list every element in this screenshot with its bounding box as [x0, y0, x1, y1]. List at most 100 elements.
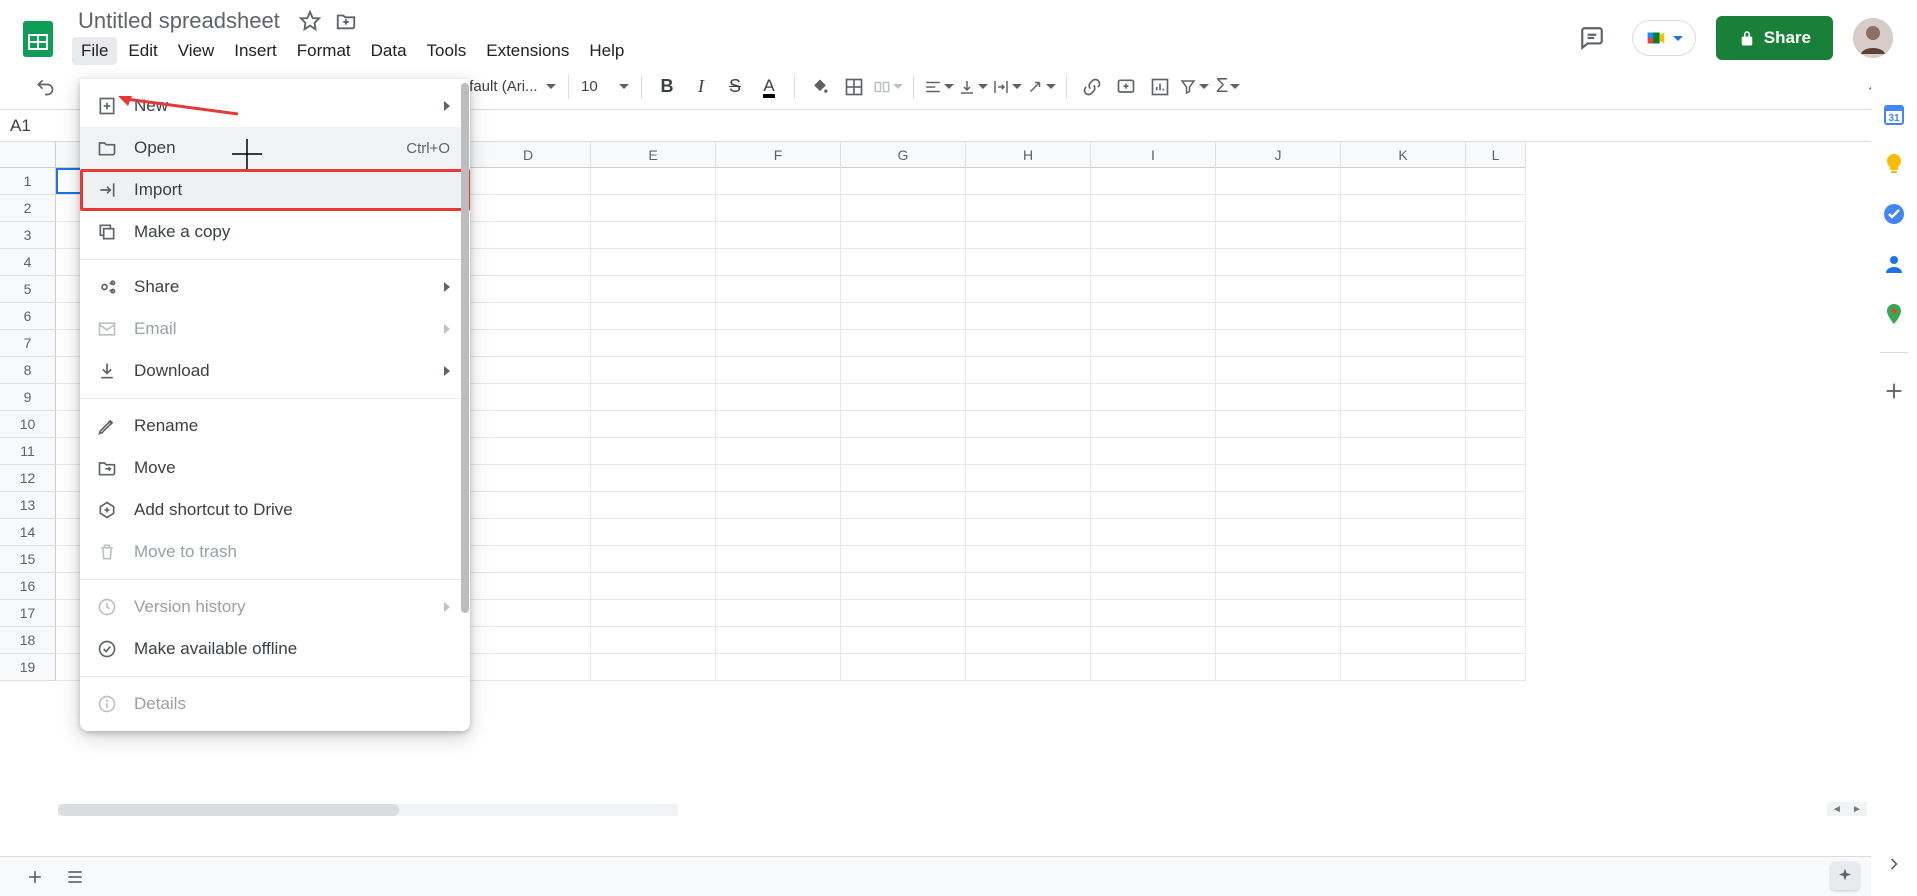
explore-button[interactable] — [1831, 862, 1859, 890]
cell[interactable] — [841, 654, 966, 681]
cell[interactable] — [1216, 249, 1341, 276]
cell[interactable] — [591, 627, 716, 654]
text-rotation-icon[interactable] — [1026, 72, 1056, 102]
cell[interactable] — [1216, 600, 1341, 627]
row-header[interactable]: 7 — [0, 330, 56, 357]
cell[interactable] — [1466, 492, 1526, 519]
cell[interactable] — [1466, 195, 1526, 222]
all-sheets-icon[interactable] — [60, 862, 90, 892]
bold-icon[interactable]: B — [652, 72, 682, 102]
cell[interactable] — [716, 222, 841, 249]
cell[interactable] — [966, 546, 1091, 573]
cell[interactable] — [1216, 357, 1341, 384]
cell[interactable] — [591, 411, 716, 438]
cell[interactable] — [716, 195, 841, 222]
cell[interactable] — [716, 330, 841, 357]
cell[interactable] — [716, 573, 841, 600]
cell[interactable] — [591, 249, 716, 276]
cell[interactable] — [966, 654, 1091, 681]
cell[interactable] — [966, 195, 1091, 222]
col-header-e[interactable]: E — [591, 142, 716, 168]
cell[interactable] — [1216, 465, 1341, 492]
cell[interactable] — [716, 654, 841, 681]
cell[interactable] — [966, 303, 1091, 330]
cell[interactable] — [1341, 465, 1466, 492]
cell[interactable] — [1341, 600, 1466, 627]
cell[interactable] — [1341, 627, 1466, 654]
cell[interactable] — [1216, 492, 1341, 519]
row-header[interactable]: 14 — [0, 519, 56, 546]
menubar-edit[interactable]: Edit — [119, 37, 166, 65]
cell[interactable] — [966, 249, 1091, 276]
undo-icon[interactable] — [30, 72, 60, 102]
row-header[interactable]: 11 — [0, 438, 56, 465]
cell[interactable] — [1341, 438, 1466, 465]
cell[interactable] — [716, 600, 841, 627]
cell[interactable] — [841, 276, 966, 303]
row-header[interactable]: 17 — [0, 600, 56, 627]
vertical-align-icon[interactable] — [958, 72, 988, 102]
tasks-icon[interactable] — [1882, 202, 1906, 226]
cell[interactable] — [1091, 519, 1216, 546]
cell[interactable] — [1341, 168, 1466, 195]
cell[interactable] — [966, 492, 1091, 519]
sheets-logo-wrap[interactable] — [12, 13, 64, 65]
keep-icon[interactable] — [1882, 152, 1906, 176]
cell[interactable] — [1091, 195, 1216, 222]
row-header[interactable]: 10 — [0, 411, 56, 438]
cell[interactable] — [716, 627, 841, 654]
cell[interactable] — [1091, 411, 1216, 438]
cell[interactable] — [466, 249, 591, 276]
contacts-icon[interactable] — [1882, 252, 1906, 276]
cell[interactable] — [966, 627, 1091, 654]
cell[interactable] — [1466, 384, 1526, 411]
filter-icon[interactable] — [1179, 72, 1209, 102]
menubar-data[interactable]: Data — [362, 37, 416, 65]
cell[interactable] — [591, 330, 716, 357]
doc-title[interactable]: Untitled spreadsheet — [72, 6, 286, 36]
cell[interactable] — [1091, 546, 1216, 573]
cell[interactable] — [466, 357, 591, 384]
cell[interactable] — [966, 519, 1091, 546]
menubar-tools[interactable]: Tools — [418, 37, 476, 65]
cell[interactable] — [1341, 546, 1466, 573]
cell[interactable] — [841, 195, 966, 222]
row-header[interactable]: 8 — [0, 357, 56, 384]
cell[interactable] — [966, 600, 1091, 627]
col-header-i[interactable]: I — [1091, 142, 1216, 168]
cell[interactable] — [966, 168, 1091, 195]
maps-icon[interactable] — [1882, 302, 1906, 326]
cell[interactable] — [466, 654, 591, 681]
cell[interactable] — [1216, 519, 1341, 546]
cell[interactable] — [1466, 438, 1526, 465]
cell[interactable] — [1341, 573, 1466, 600]
cell[interactable] — [966, 438, 1091, 465]
menu-share[interactable]: Share — [80, 266, 470, 308]
row-header[interactable]: 16 — [0, 573, 56, 600]
cell[interactable] — [591, 195, 716, 222]
cell[interactable] — [1466, 330, 1526, 357]
cell[interactable] — [966, 330, 1091, 357]
cell[interactable] — [716, 276, 841, 303]
cell[interactable] — [591, 222, 716, 249]
cell[interactable] — [591, 438, 716, 465]
cell[interactable] — [966, 357, 1091, 384]
cell[interactable] — [466, 168, 591, 195]
cell[interactable] — [1341, 249, 1466, 276]
row-header[interactable]: 15 — [0, 546, 56, 573]
cell[interactable] — [966, 276, 1091, 303]
font-size-picker[interactable]: 10 — [579, 74, 631, 99]
menu-download[interactable]: Download — [80, 350, 470, 392]
cell[interactable] — [1091, 573, 1216, 600]
row-header[interactable]: 12 — [0, 465, 56, 492]
cell[interactable] — [1216, 222, 1341, 249]
cell[interactable] — [1091, 384, 1216, 411]
cell[interactable] — [591, 573, 716, 600]
cell[interactable] — [1216, 411, 1341, 438]
cell[interactable] — [841, 303, 966, 330]
cell[interactable] — [1341, 654, 1466, 681]
col-header-d[interactable]: D — [466, 142, 591, 168]
cell[interactable] — [1341, 195, 1466, 222]
calendar-icon[interactable]: 31 — [1882, 102, 1906, 126]
menu-move[interactable]: Move — [80, 447, 470, 489]
